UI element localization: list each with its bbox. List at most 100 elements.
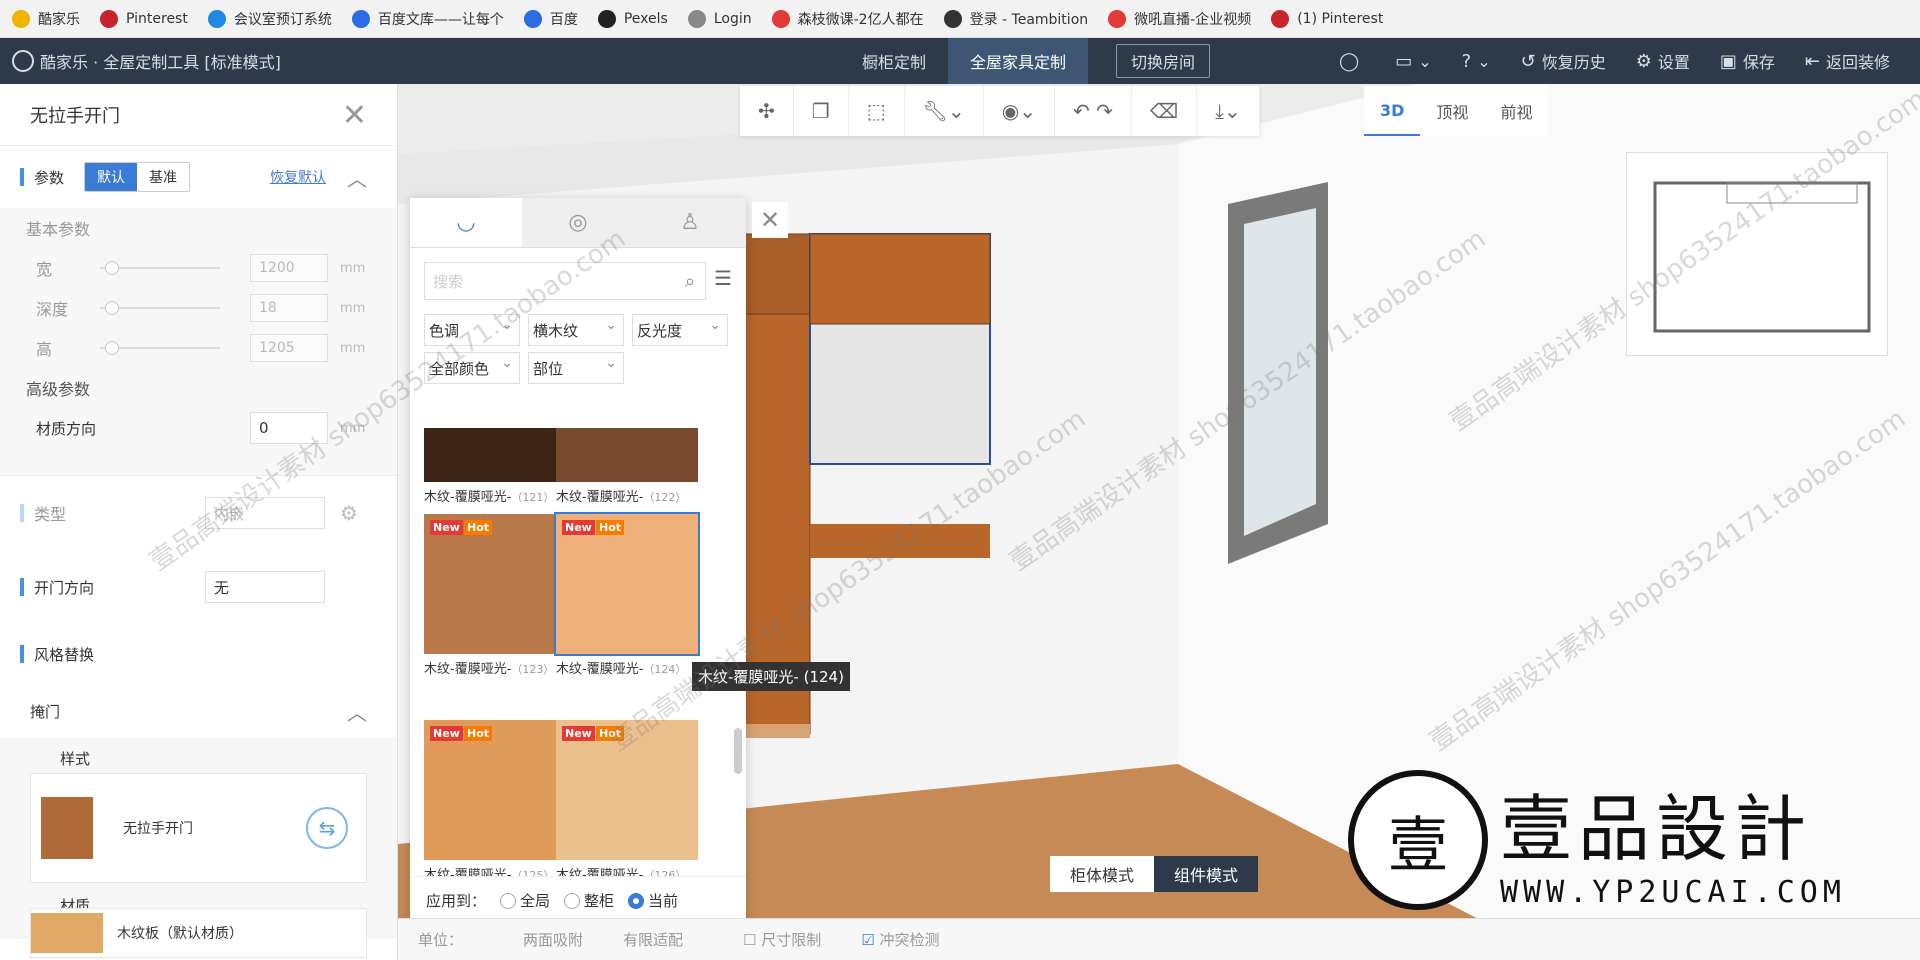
bookmark-item[interactable]: 百度: [523, 9, 578, 29]
logo-icon: [12, 50, 34, 72]
open-dir-row: 开门方向 无: [0, 550, 397, 624]
width-slider[interactable]: [100, 261, 220, 275]
bookmark-icon: [100, 9, 118, 28]
close-icon[interactable]: ✕: [752, 202, 788, 238]
bookmark-icon: [943, 9, 962, 28]
limit-checkbox[interactable]: ☐ 尺寸限制: [743, 929, 821, 950]
material-name: 木纹-覆膜哑光-: [424, 490, 512, 505]
frame-icon[interactable]: ⬚: [849, 86, 905, 136]
eraser-icon[interactable]: ⌫: [1132, 86, 1198, 136]
fan-icon[interactable]: ✣: [740, 86, 794, 136]
chat-icon[interactable]: ▭ ⌄: [1395, 51, 1431, 72]
shield-icon[interactable]: ◡: [410, 198, 522, 247]
depth-input[interactable]: 18: [250, 294, 328, 322]
list-icon[interactable]: ☰: [714, 266, 732, 290]
close-icon[interactable]: ✕: [342, 98, 367, 133]
panel-title: 无拉手开门: [30, 105, 120, 127]
bookmark-item[interactable]: 会议室预订系统: [207, 9, 332, 29]
style-card[interactable]: 无拉手开门 ⇆: [30, 773, 367, 883]
bookmark-item[interactable]: Login: [687, 9, 752, 28]
save-button[interactable]: ▣ 保存: [1720, 49, 1775, 73]
material-tile[interactable]: New Hot 木纹-覆膜哑光-（124）: [554, 512, 700, 677]
user-icon[interactable]: ♙: [634, 198, 746, 247]
settings-button[interactable]: ⚙ 设置: [1636, 49, 1690, 73]
filter-grain[interactable]: 横木纹: [528, 314, 624, 346]
filter-tone[interactable]: 色调: [424, 314, 520, 346]
material-value: 木纹板（默认材质）: [117, 926, 243, 942]
bookmark-item[interactable]: 森枝微课-2亿人都在: [771, 9, 924, 29]
search-icon[interactable]: ⌕: [685, 271, 695, 292]
bookmark-item[interactable]: (1) Pinterest: [1271, 9, 1383, 28]
material-tile[interactable]: NewHot木纹-覆膜哑光-（125）: [424, 720, 566, 883]
wrench-icon[interactable]: 🔧︎⌄: [905, 86, 984, 136]
material-tile[interactable]: New Hot 木纹-覆膜哑光-（123）: [424, 514, 566, 677]
new-badge: New: [430, 726, 463, 741]
back-button[interactable]: ⇤ 返回装修: [1805, 49, 1890, 73]
copy-icon[interactable]: ❐: [794, 86, 849, 136]
bookmark-item[interactable]: 微吼直播-企业视频: [1108, 9, 1251, 29]
apply-current[interactable]: 当前: [628, 890, 678, 911]
style-replace-row: 风格替换: [0, 624, 397, 684]
material-tile[interactable]: 木纹-覆膜哑光-（121）: [424, 428, 566, 505]
material-tile[interactable]: 木纹-覆膜哑光-（122）: [556, 428, 698, 505]
params-label: 参数: [34, 168, 65, 187]
help-icon[interactable]: ? ⌄: [1462, 51, 1491, 72]
mode-furniture[interactable]: 全屋家具定制: [948, 38, 1089, 84]
door-row[interactable]: 掩门 ︿: [0, 684, 397, 738]
snap-select[interactable]: 有限适配: [623, 929, 683, 950]
scrollbar[interactable]: [734, 728, 742, 774]
view-top[interactable]: 顶视: [1420, 86, 1484, 136]
depth-slider[interactable]: [100, 301, 220, 315]
style-replace-label: 风格替换: [34, 645, 95, 664]
enterprise-icon[interactable]: ◎: [522, 198, 634, 247]
filter-color[interactable]: 全部颜色: [424, 352, 520, 384]
view-3d[interactable]: 3D: [1364, 86, 1421, 136]
apply-cabinet[interactable]: 整柜: [564, 890, 614, 911]
grain-input[interactable]: 0: [250, 412, 328, 444]
bookmark-item[interactable]: 百度文库——让每个: [351, 9, 504, 29]
collision-checkbox[interactable]: ☑ 冲突检测: [861, 929, 939, 950]
mode-switch: 柜体模式 组件模式: [1050, 856, 1259, 892]
bookmark-item[interactable]: Pexels: [597, 9, 668, 28]
material-name: 木纹-覆膜哑光-: [556, 662, 644, 677]
cabinet-mode-button[interactable]: 柜体模式: [1050, 856, 1155, 892]
undo-icon[interactable]: ↶ ↷: [1055, 86, 1132, 136]
filter-gloss[interactable]: 反光度: [632, 314, 728, 346]
brand-name: 壹品設計: [1500, 787, 1813, 871]
bookmark-item[interactable]: Pinterest: [100, 9, 188, 28]
width-label: 宽: [36, 260, 53, 279]
minimap[interactable]: [1626, 152, 1888, 356]
eye-icon[interactable]: ◉⌄: [984, 86, 1055, 136]
gear-icon[interactable]: ⚙: [340, 501, 358, 525]
history-icon: ↺: [1520, 50, 1536, 72]
chevron-up-icon[interactable]: ︿: [347, 697, 367, 726]
hot-badge: Hot: [464, 520, 493, 535]
material-tile[interactable]: NewHot木纹-覆膜哑光-（126）: [556, 720, 698, 883]
component-mode-button[interactable]: 组件模式: [1154, 856, 1259, 892]
material-search[interactable]: 搜索 ⌕: [424, 262, 706, 300]
switch-room-button[interactable]: 切换房间: [1116, 44, 1211, 78]
download-icon[interactable]: ⤓⌄: [1197, 86, 1260, 136]
height-input[interactable]: 1205: [250, 334, 328, 362]
restore-default-link[interactable]: 恢复默认: [270, 167, 326, 187]
filter-part[interactable]: 部位: [528, 352, 624, 384]
view-front[interactable]: 前视: [1484, 86, 1548, 136]
chevron-up-icon[interactable]: ︿: [347, 163, 367, 192]
user-icon[interactable]: ◯: [1339, 51, 1365, 72]
material-thumbnail: [31, 913, 103, 953]
default-tab[interactable]: 默认: [85, 163, 138, 191]
bookmark-item[interactable]: 登录 - Teambition: [943, 9, 1088, 29]
mode-cabinet[interactable]: 橱柜定制: [840, 38, 948, 84]
type-select[interactable]: 内嵌: [205, 497, 325, 529]
unit: mm: [340, 340, 366, 356]
base-tab[interactable]: 基准: [137, 163, 190, 191]
width-input[interactable]: 1200: [250, 254, 328, 282]
material-card[interactable]: 木纹板（默认材质）: [30, 908, 367, 958]
swap-icon[interactable]: ⇆: [306, 807, 348, 849]
restore-history-button[interactable]: ↺ 恢复历史: [1521, 49, 1606, 73]
open-dir-select[interactable]: 无: [205, 571, 325, 603]
apply-global[interactable]: 全局: [500, 890, 550, 911]
bookmark-item[interactable]: 酷家乐: [12, 9, 80, 29]
adsorb-select[interactable]: 两面吸附: [523, 929, 583, 950]
height-slider[interactable]: [100, 341, 220, 355]
